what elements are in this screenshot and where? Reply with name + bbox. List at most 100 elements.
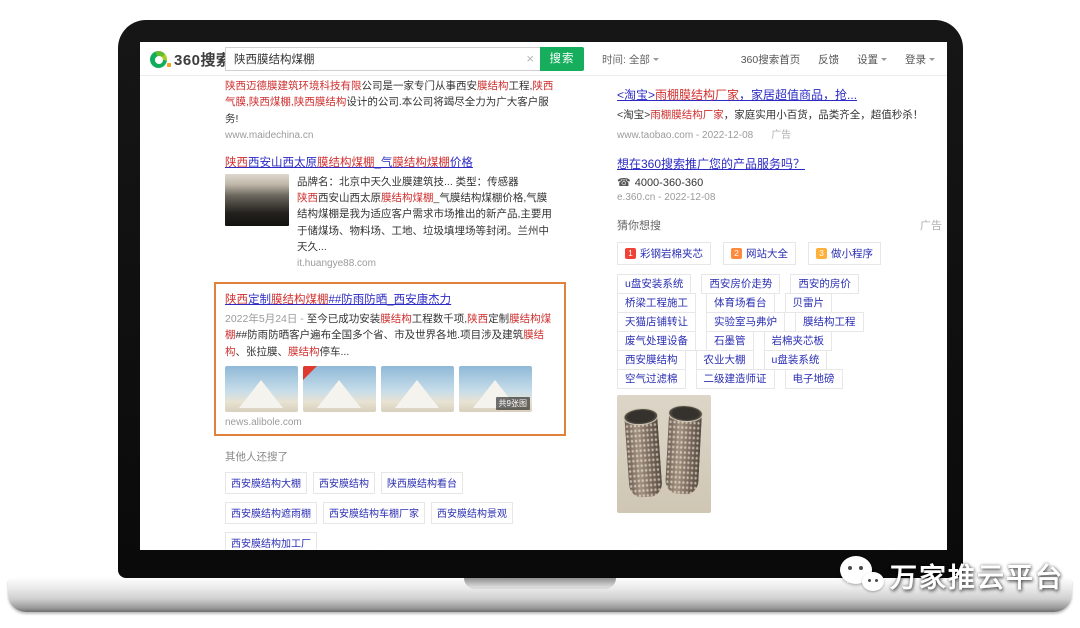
suggest-tag[interactable]: 电子地磅: [785, 369, 843, 389]
rank-badge: 1: [625, 248, 636, 259]
coal-shed-thumbnail[interactable]: [225, 174, 289, 226]
result-maidechina: 陕西迈德膜建筑环境科技有限公司是一家专门从事西安膜结构工程,陕西气膜,陕西煤棚,…: [225, 78, 555, 141]
nav-login[interactable]: 登录: [905, 54, 935, 66]
related-searches-label: 其他人还搜了: [225, 449, 555, 464]
clear-icon[interactable]: ×: [526, 51, 534, 66]
ad-url-line: www.taobao.com - 2022-12-08 广告: [617, 126, 942, 141]
suggest-section: 广告 猜你想搜 1彩钢岩棉夹芯2网站大全3做小程序 u盘安装系统西安房价走势西安…: [617, 217, 942, 387]
suggest-tag[interactable]: 西安膜结构: [617, 350, 686, 370]
ad-url: www.taobao.com - 2022-12-08: [617, 130, 753, 141]
photo-count-badge: 共9张图: [496, 397, 530, 410]
suggest-tag[interactable]: 岩棉夹芯板: [764, 331, 833, 351]
suggest-tag[interactable]: 西安的房价: [790, 274, 859, 294]
suggest-tag[interactable]: 体育场看台: [706, 293, 775, 313]
result-url: it.huangye88.com: [297, 258, 555, 269]
result-snippet: 陕西迈德膜建筑环境科技有限公司是一家专门从事西安膜结构工程,陕西气膜,陕西煤棚,…: [225, 78, 555, 127]
ad-title-link[interactable]: <淘宝>雨棚膜结构厂家，家居超值商品，抢...: [617, 86, 942, 103]
suggest-tag[interactable]: u盘安装系统: [617, 274, 691, 294]
sidebar-column: <淘宝>雨棚膜结构厂家，家居超值商品，抢... <淘宝>雨棚膜结构厂家，家庭实用…: [617, 86, 942, 513]
related-search-tag[interactable]: 西安膜结构车棚厂家: [323, 502, 425, 524]
result-date: 2022年5月24日 -: [225, 313, 307, 325]
mesh-filter-product-image[interactable]: [617, 395, 711, 513]
results-column: 陕西迈德膜建筑环境科技有限公司是一家专门从事西安膜结构工程,陕西气膜,陕西煤棚,…: [225, 78, 555, 550]
related-searches: 其他人还搜了 西安膜结构大棚西安膜结构陕西膜结构看台西安膜结构遮雨棚西安膜结构车…: [225, 449, 555, 550]
suggest-tag-row: 天猫店铺转让实验室马弗炉膜结构工程: [617, 312, 942, 330]
search-input[interactable]: [226, 48, 540, 70]
suggest-tag-rows: u盘安装系统西安房价走势西安的房价桥梁工程施工体育场看台贝雷片天猫店铺转让实验室…: [617, 274, 942, 387]
time-filter[interactable]: 时间: 全部: [602, 52, 659, 67]
watermark: 万家推云平台: [838, 552, 1064, 598]
result-title-link[interactable]: 陕西定制膜结构煤棚##防雨防晒_西安康杰力: [225, 291, 555, 307]
phone-icon: ☎: [617, 177, 631, 189]
time-filter-label: 时间:: [602, 54, 626, 66]
suggest-tag[interactable]: 空气过滤棉: [617, 369, 686, 389]
360-dot-icon: [167, 63, 171, 67]
chevron-down-icon: [653, 58, 659, 64]
nav-feedback[interactable]: 反馈: [818, 54, 839, 66]
nav-home[interactable]: 360搜索首页: [741, 54, 801, 66]
related-search-tag[interactable]: 西安膜结构景观: [431, 502, 513, 524]
ad-label: 广告: [771, 130, 791, 141]
suggest-title: 猜你想搜: [617, 220, 661, 232]
hot-suggest-tag[interactable]: 3做小程序: [808, 242, 881, 265]
suggest-tag[interactable]: 贝雷片: [785, 293, 833, 313]
suggest-tag[interactable]: u盘装系统: [764, 350, 828, 370]
suggest-tag[interactable]: 桥梁工程施工: [617, 293, 696, 313]
phone-line: ☎ 4000-360-360: [617, 176, 942, 189]
ad-taobao: <淘宝>雨棚膜结构厂家，家居超值商品，抢... <淘宝>雨棚膜结构厂家，家庭实用…: [617, 86, 942, 141]
suggest-tag[interactable]: 石墨管: [706, 331, 754, 351]
phone-number: 4000-360-360: [635, 177, 704, 189]
related-search-tag[interactable]: 西安膜结构: [313, 472, 375, 494]
suggest-tag[interactable]: 膜结构工程: [795, 312, 864, 332]
suggest-tag[interactable]: 西安房价走势: [701, 274, 780, 294]
membrane-thumbnail-4[interactable]: 共9张图: [459, 366, 532, 412]
chevron-down-icon: [929, 58, 935, 64]
suggest-tag-row: 西安膜结构农业大棚 u盘装系统: [617, 350, 942, 368]
membrane-thumbnail-3[interactable]: [381, 366, 454, 412]
page: 360搜索 × 搜索 时间: 全部 360搜索首页 反馈 设置 登录 陕西迈德膜…: [0, 0, 1080, 628]
rank-badge: 3: [816, 248, 827, 259]
related-search-tag[interactable]: 陕西膜结构看台: [381, 472, 463, 494]
suggest-tag[interactable]: 实验室马弗炉: [706, 312, 785, 332]
suggest-tag[interactable]: 天猫店铺转让: [617, 312, 696, 332]
hot-suggest-tag[interactable]: 1彩钢岩棉夹芯: [617, 242, 711, 265]
mesh-cylinder-right: [665, 409, 702, 495]
top-nav: 360搜索首页 反馈 设置 登录: [726, 52, 935, 67]
ad-title-link[interactable]: 想在360搜索推广您的产品服务吗？: [617, 155, 942, 172]
related-search-tag[interactable]: 西安膜结构遮雨棚: [225, 502, 317, 524]
360-logo[interactable]: 360搜索: [150, 49, 232, 70]
suggest-tag[interactable]: 农业大棚: [696, 350, 754, 370]
suggest-tag-row: u盘安装系统西安房价走势西安的房价: [617, 274, 942, 292]
membrane-thumbnail-1[interactable]: [225, 366, 298, 412]
result-url: news.alibole.com: [225, 417, 555, 428]
suggest-tag[interactable]: 二级建造师证: [696, 369, 775, 389]
result-title-link[interactable]: 陕西西安山西太原膜结构煤棚_气膜结构煤棚价格: [225, 154, 555, 170]
thumbnail-strip: 共9张图: [225, 366, 555, 412]
suggest-tag-row: 空气过滤棉二级建造师证电子地磅: [617, 369, 942, 387]
related-search-tag[interactable]: 西安膜结构加工厂: [225, 532, 317, 550]
time-filter-value: 全部: [629, 54, 650, 66]
membrane-thumbnail-2[interactable]: [303, 366, 376, 412]
logo-text: 360搜索: [174, 49, 232, 70]
hot-suggest-tags: 1彩钢岩棉夹芯 2网站大全 3做小程序: [617, 242, 942, 274]
ad-label: 广告: [920, 217, 942, 233]
result-huangye88: 陕西西安山西太原膜结构煤棚_气膜结构煤棚价格 品牌名：北京中天久业膜建筑技...…: [225, 154, 555, 269]
result-snippet: 陕西西安山西太原膜结构煤棚_气膜结构煤棚价格,气膜结构煤棚是我为适应客户需求市场…: [297, 190, 555, 255]
search-box[interactable]: ×: [225, 47, 540, 71]
mesh-cylinder-left: [624, 412, 663, 498]
wechat-icon: [838, 552, 886, 598]
suggest-tag-row: 桥梁工程施工体育场看台贝雷片: [617, 293, 942, 311]
chevron-down-icon: [881, 58, 887, 64]
search-button[interactable]: 搜索: [540, 47, 584, 71]
ad-url: e.360.cn - 2022-12-08: [617, 192, 942, 203]
related-search-tag[interactable]: 西安膜结构大棚: [225, 472, 307, 494]
result-highlighted-alibole: 陕西定制膜结构煤棚##防雨防晒_西安康杰力 2022年5月24日 - 至今已成功…: [214, 282, 566, 436]
ad-snippet: <淘宝>雨棚膜结构厂家，家庭实用小百货，品类齐全，超值秒杀！: [617, 107, 942, 123]
result-url: www.maidechina.cn: [225, 130, 555, 141]
rank-badge: 2: [731, 248, 742, 259]
watermark-text: 万家推云平台: [890, 556, 1064, 595]
nav-settings[interactable]: 设置: [857, 54, 887, 66]
hot-suggest-tag[interactable]: 2网站大全: [723, 242, 796, 265]
ad-360-promo: 想在360搜索推广您的产品服务吗？ ☎ 4000-360-360 e.360.cn…: [617, 155, 942, 203]
suggest-tag[interactable]: 废气处理设备: [617, 331, 696, 351]
